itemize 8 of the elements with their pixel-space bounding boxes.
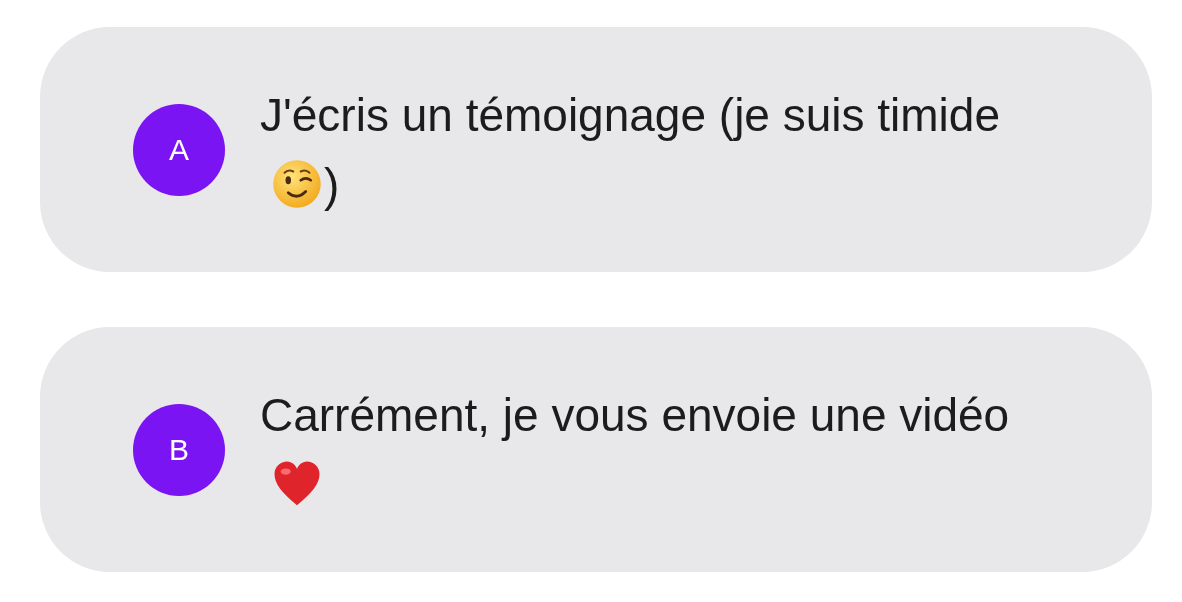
closing-parenthesis: ) bbox=[324, 158, 340, 211]
answer-option[interactable]: B Carrément, je vous envoie une vidéo bbox=[40, 327, 1152, 572]
option-letter: B bbox=[133, 403, 225, 496]
winking-face-icon bbox=[272, 158, 322, 209]
option-letter: A bbox=[133, 103, 225, 196]
answer-option[interactable]: A J'écris un témoignage (je suis timide ) bbox=[40, 27, 1152, 272]
option-text: J'écris un témoignage (je suis timide bbox=[260, 88, 1000, 141]
option-text: Carrément, je vous envoie une vidéo bbox=[260, 388, 1010, 441]
